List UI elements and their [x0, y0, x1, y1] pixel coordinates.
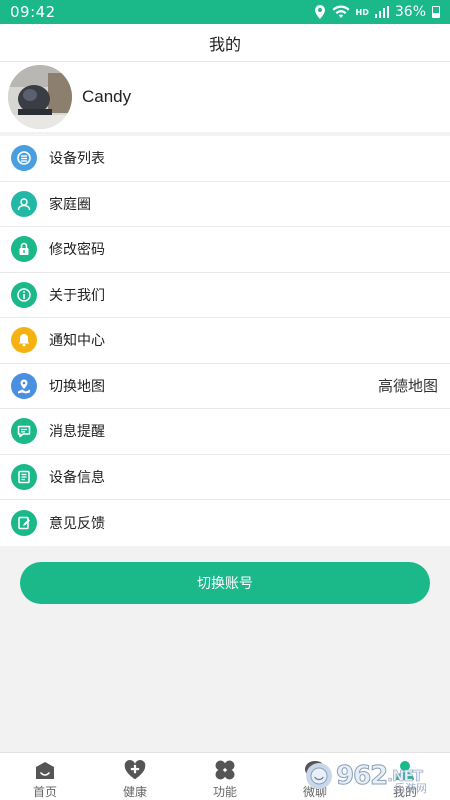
location-icon — [314, 5, 325, 19]
tab-label: 健康 — [122, 785, 147, 799]
menu-item-feedback[interactable]: 意见反馈 — [0, 500, 450, 546]
lock-icon — [11, 236, 37, 263]
avatar-photo — [8, 65, 72, 129]
home-icon — [33, 759, 57, 781]
status-icons: HD 36% — [314, 4, 440, 20]
menu-item-label: 设备列表 — [49, 151, 105, 168]
tab-chat[interactable]: 微聊 — [270, 753, 360, 800]
username: Candy — [82, 87, 132, 106]
menu-item-label: 意见反馈 — [49, 515, 105, 532]
message-icon — [11, 418, 37, 445]
menu-item-device-info[interactable]: 设备信息 — [0, 455, 450, 500]
tab-label: 微聊 — [302, 785, 327, 799]
current-map-value: 高德地图 — [377, 377, 438, 396]
functions-icon — [213, 759, 237, 781]
menu-item-notifications[interactable]: 通知中心 — [0, 318, 450, 364]
page-title: 我的 — [208, 34, 241, 54]
avatar[interactable] — [8, 65, 72, 129]
menu-item-change-password[interactable]: 修改密码 — [0, 227, 450, 273]
status-time: 09:42 — [10, 3, 56, 21]
menu-item-label: 修改密码 — [49, 242, 105, 259]
menu-item-label: 家庭圈 — [49, 196, 91, 213]
map-icon — [11, 372, 37, 399]
device-info-icon — [11, 463, 37, 490]
menu-item-label: 通知中心 — [49, 333, 105, 350]
menu-item-switch-map[interactable]: 切换地图 高德地图 — [0, 364, 450, 409]
menu-item-message-reminder[interactable]: 消息提醒 — [0, 409, 450, 455]
battery-percent: 36% — [394, 4, 426, 20]
tab-home[interactable]: 首页 — [0, 753, 90, 800]
menu-item-label: 关于我们 — [49, 287, 105, 304]
settings-menu: 设备列表 家庭圈 修改密码 关于我们 通知中心 切换地图 高德地图 消息提醒 设… — [0, 136, 450, 546]
tab-functions[interactable]: 功能 — [180, 753, 270, 800]
family-icon — [11, 190, 37, 217]
tab-label: 首页 — [32, 785, 57, 799]
profile-card[interactable]: Candy — [0, 62, 450, 132]
signal-icon — [374, 6, 389, 18]
menu-item-label: 消息提醒 — [49, 424, 105, 441]
menu-item-about[interactable]: 关于我们 — [0, 273, 450, 318]
battery-icon — [432, 6, 440, 18]
tab-profile[interactable]: 我的 — [360, 753, 450, 800]
switch-account-button[interactable]: 切换账号 — [20, 562, 430, 604]
bell-icon — [11, 327, 37, 354]
feedback-icon — [11, 509, 37, 536]
status-bar: 09:42 HD 36% — [0, 0, 450, 24]
profile-icon — [393, 759, 417, 781]
tab-label: 我的 — [392, 785, 417, 799]
chat-icon — [303, 759, 327, 781]
menu-item-label: 切换地图 — [49, 378, 105, 395]
bottom-tab-bar: 首页 健康 功能 微聊 我的 — [0, 752, 450, 800]
menu-item-family[interactable]: 家庭圈 — [0, 182, 450, 227]
info-icon — [11, 281, 37, 308]
tab-health[interactable]: 健康 — [90, 753, 180, 800]
wifi-icon — [332, 5, 350, 18]
menu-item-label: 设备信息 — [49, 469, 105, 486]
health-icon — [123, 759, 147, 781]
page-header: 我的 — [0, 24, 450, 62]
menu-item-device-list[interactable]: 设备列表 — [0, 136, 450, 182]
device-list-icon — [11, 145, 37, 172]
tab-label: 功能 — [212, 785, 237, 799]
network-type: HD — [355, 7, 369, 17]
